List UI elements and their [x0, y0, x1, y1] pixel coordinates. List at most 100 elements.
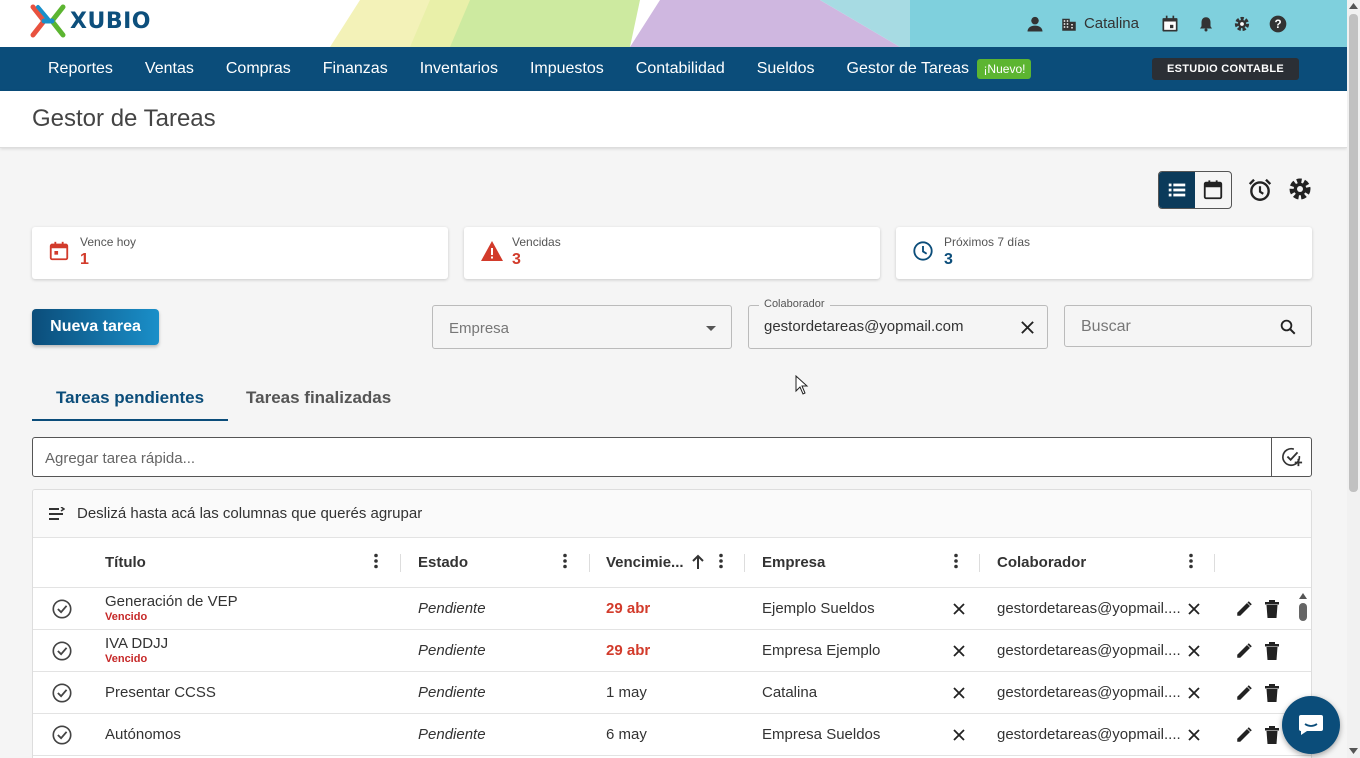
column-separator[interactable]	[744, 554, 745, 572]
group-by-bar[interactable]: Deslizá hasta acá las columnas que queré…	[33, 490, 1311, 538]
grid-header: Título Estado Vencimie... Empresa Colabo…	[33, 538, 1311, 588]
column-menu-icon[interactable]	[374, 553, 378, 573]
remove-company-icon[interactable]	[953, 687, 965, 699]
column-separator[interactable]	[979, 554, 980, 572]
new-badge: ¡Nuevo!	[977, 59, 1032, 79]
edit-icon[interactable]	[1235, 642, 1253, 660]
tab-tareas-pendientes[interactable]: Tareas pendientes	[32, 384, 229, 421]
complete-task-icon[interactable]	[51, 598, 73, 620]
calendar-view-icon	[1203, 180, 1223, 200]
card-vencidas[interactable]: Vencidas 3	[464, 227, 880, 279]
card-value: 3	[512, 251, 521, 268]
user-icon[interactable]	[1024, 13, 1046, 35]
column-menu-icon[interactable]	[719, 553, 723, 573]
nav-sueldos[interactable]: Sueldos	[741, 60, 831, 78]
complete-task-icon[interactable]	[51, 640, 73, 662]
building-icon	[1062, 18, 1076, 31]
sort-ascending-icon[interactable]	[691, 554, 705, 574]
edit-icon[interactable]	[1235, 726, 1253, 744]
calendar-icon[interactable]	[1159, 13, 1181, 35]
task-status: Pendiente	[418, 684, 486, 701]
colaborador-value: gestordetareas@yopmail.com	[764, 318, 964, 335]
column-header-colaborador[interactable]: Colaborador	[997, 554, 1086, 571]
nav-impuestos[interactable]: Impuestos	[514, 60, 620, 78]
table-row[interactable]: Generación de VEP Vencido Pendiente 29 ab…	[33, 588, 1311, 630]
table-row[interactable]: Presentar CCSS Pendiente 1 may Catalina …	[33, 672, 1311, 714]
chat-button[interactable]	[1282, 696, 1340, 754]
tasks-grid: Deslizá hasta acá las columnas que queré…	[32, 489, 1312, 758]
column-separator[interactable]	[400, 554, 401, 572]
trash-icon[interactable]	[1264, 726, 1280, 744]
chat-icon	[1299, 715, 1323, 735]
task-title: Autónomos	[105, 726, 181, 743]
task-title-cell: IVA DDJJ Vencido	[105, 635, 168, 665]
clear-icon[interactable]	[1020, 320, 1035, 335]
help-icon[interactable]: ?	[1267, 13, 1289, 35]
table-row[interactable]: IVA DDJJ Vencido Pendiente 29 abr Empresa…	[33, 630, 1311, 672]
calendar-view-button[interactable]	[1195, 172, 1231, 208]
column-separator[interactable]	[1214, 554, 1215, 572]
estudio-contable-button[interactable]: ESTUDIO CONTABLE	[1151, 58, 1299, 80]
complete-task-icon[interactable]	[51, 724, 73, 746]
card-proximos-7-dias[interactable]: Próximos 7 días 3	[896, 227, 1312, 279]
task-company: Empresa Ejemplo	[762, 642, 881, 659]
trash-icon[interactable]	[1264, 600, 1280, 618]
nav-ventas[interactable]: Ventas	[129, 60, 210, 78]
xubio-logo[interactable]: XUBIO	[30, 4, 151, 38]
nav-finanzas[interactable]: Finanzas	[307, 60, 404, 78]
nav-reportes[interactable]: Reportes	[32, 60, 129, 78]
empresa-placeholder: Empresa	[449, 320, 510, 337]
new-task-button[interactable]: Nueva tarea	[32, 309, 159, 345]
quick-task-input[interactable]: Agregar tarea rápida...	[32, 437, 1312, 477]
nav-contabilidad[interactable]: Contabilidad	[620, 60, 741, 78]
tab-tareas-finalizadas[interactable]: Tareas finalizadas	[222, 384, 415, 421]
column-header-vencimiento[interactable]: Vencimie...	[606, 554, 684, 571]
task-title: Presentar CCSS	[105, 684, 216, 701]
bell-icon[interactable]	[1195, 13, 1217, 35]
remove-company-icon[interactable]	[953, 645, 965, 657]
empresa-select[interactable]: Empresa	[432, 305, 732, 349]
trash-icon[interactable]	[1264, 684, 1280, 702]
settings-icon[interactable]	[1288, 177, 1312, 206]
column-menu-icon[interactable]	[1189, 553, 1193, 573]
nav-inventarios[interactable]: Inventarios	[404, 60, 514, 78]
colaborador-field[interactable]: Colaborador gestordetareas@yopmail.com	[748, 298, 1048, 349]
remove-company-icon[interactable]	[953, 729, 965, 741]
nav-compras[interactable]: Compras	[210, 60, 307, 78]
overdue-label: Vencido	[105, 611, 148, 623]
search-icon[interactable]	[1279, 318, 1297, 336]
company-selector[interactable]: Catalina	[1060, 15, 1139, 33]
card-label: Vence hoy	[80, 235, 137, 249]
column-header-empresa[interactable]: Empresa	[762, 554, 825, 571]
column-header-estado[interactable]: Estado	[418, 554, 468, 571]
gear-icon[interactable]	[1231, 13, 1253, 35]
search-field[interactable]: Buscar	[1064, 305, 1312, 347]
edit-icon[interactable]	[1235, 684, 1253, 702]
remove-collaborator-icon[interactable]	[1188, 603, 1200, 615]
task-title-cell: Generación de VEP Vencido	[105, 593, 238, 623]
task-title: IVA DDJJ	[105, 635, 169, 652]
top-right-actions: Catalina ?	[1024, 0, 1289, 47]
list-view-button[interactable]	[1159, 172, 1195, 208]
remove-collaborator-icon[interactable]	[1188, 729, 1200, 741]
edit-icon[interactable]	[1235, 600, 1253, 618]
column-header-titulo[interactable]: Título	[105, 554, 146, 571]
remove-collaborator-icon[interactable]	[1188, 645, 1200, 657]
trash-icon[interactable]	[1264, 642, 1280, 660]
table-row[interactable]: Autónomos Pendiente 6 may Empresa Sueldo…	[33, 714, 1311, 756]
remove-company-icon[interactable]	[953, 603, 965, 615]
add-quick-task-button[interactable]	[1271, 438, 1311, 476]
scroll-thumb[interactable]	[1349, 14, 1358, 492]
scroll-up-icon[interactable]	[1349, 3, 1358, 10]
page-scrollbar[interactable]	[1347, 0, 1360, 758]
complete-task-icon[interactable]	[51, 682, 73, 704]
alarm-icon[interactable]	[1247, 177, 1273, 208]
task-company: Catalina	[762, 684, 818, 701]
remove-collaborator-icon[interactable]	[1188, 687, 1200, 699]
card-vence-hoy[interactable]: Vence hoy 1	[32, 227, 448, 279]
nav-gestor-de-tareas[interactable]: Gestor de Tareas ¡Nuevo!	[831, 59, 1048, 79]
column-separator[interactable]	[589, 554, 590, 572]
column-menu-icon[interactable]	[954, 553, 958, 573]
column-menu-icon[interactable]	[563, 553, 567, 573]
scroll-down-icon[interactable]	[1349, 748, 1358, 755]
